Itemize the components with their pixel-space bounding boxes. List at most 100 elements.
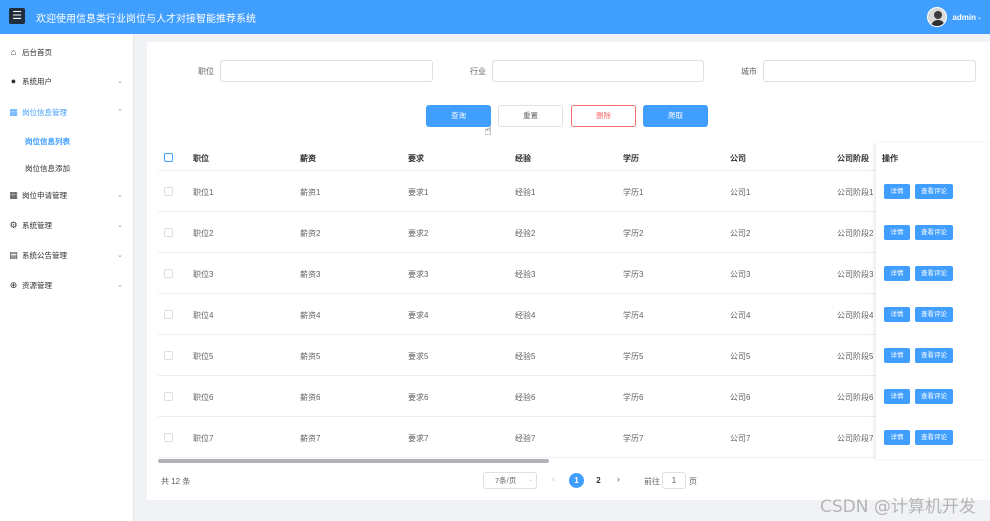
row-checkbox[interactable] — [164, 228, 173, 237]
table-cell: 公司2 — [730, 229, 751, 238]
detail-button[interactable]: 详情 — [884, 225, 910, 240]
table-cell: 经验6 — [515, 393, 536, 402]
gear-icon: ⚙ — [9, 219, 18, 230]
menu-icon[interactable]: ☰ — [9, 8, 25, 24]
table-cell: 职位2 — [193, 229, 214, 238]
table-cell: 公司阶段1 — [837, 188, 874, 197]
goto-suffix: 页 — [689, 477, 697, 486]
watermark: CSDN @计算机开发 — [820, 497, 976, 517]
sidebar-item-label: 系统用户 — [22, 76, 52, 86]
table-cell: 薪资6 — [300, 393, 321, 402]
row-checkbox[interactable] — [164, 392, 173, 401]
chevron-left-icon[interactable]: ‹ — [552, 474, 555, 484]
sidebar-item-system[interactable]: ⚙ 系统管理 ⌄ — [0, 215, 134, 235]
table-cell: 公司阶段5 — [837, 352, 874, 361]
row-checkbox[interactable] — [164, 310, 173, 319]
industry-label: 行业 — [470, 67, 486, 76]
table-cell: 经验3 — [515, 270, 536, 279]
chevron-down-icon: ⌄ — [117, 222, 123, 229]
table-cell: 经验2 — [515, 229, 536, 238]
chevron-down-icon[interactable]: ⌄ — [977, 14, 982, 21]
table-cell: 公司阶段2 — [837, 229, 874, 238]
crawl-button[interactable]: 爬取 — [643, 105, 708, 127]
row-checkbox[interactable] — [164, 351, 173, 360]
table-row: 职位6 薪资6 要求6 经验6 学历6 公司6 公司阶段6 — [158, 376, 990, 417]
sidebar-item-dashboard[interactable]: ⌂ 后台首页 — [0, 42, 134, 62]
detail-button[interactable]: 详情 — [884, 184, 910, 199]
table-cell: 学历7 — [623, 434, 644, 443]
sidebar-item-resources[interactable]: ⊕ 资源管理 ⌄ — [0, 275, 134, 295]
view-comments-button[interactable]: 查看评论 — [915, 348, 953, 363]
detail-button[interactable]: 详情 — [884, 430, 910, 445]
sidebar-subitem-job-list[interactable]: 岗位信息列表 — [0, 130, 134, 150]
avatar[interactable] — [927, 7, 948, 27]
row-checkbox[interactable] — [164, 187, 173, 196]
table-row: 职位1 薪资1 要求1 经验1 学历1 公司1 公司阶段1 — [158, 171, 990, 212]
sidebar-item-label: 资源管理 — [22, 280, 52, 290]
view-comments-button[interactable]: 查看评论 — [915, 389, 953, 404]
row-checkbox[interactable] — [164, 433, 173, 442]
row-checkbox[interactable] — [164, 269, 173, 278]
table-cell: 要求3 — [408, 270, 429, 279]
table-cell: 公司4 — [730, 311, 751, 320]
table-cell: 薪资1 — [300, 188, 321, 197]
table-cell: 公司5 — [730, 352, 751, 361]
table-cell: 学历3 — [623, 270, 644, 279]
table-cell: 要求6 — [408, 393, 429, 402]
table-row: 职位7 薪资7 要求7 经验7 学历7 公司7 公司阶段7 — [158, 417, 990, 458]
chevron-down-icon: ⌄ — [117, 282, 123, 289]
sidebar-subitem-job-add[interactable]: 岗位信息添加 — [0, 157, 134, 177]
grid-icon: ▦ — [9, 189, 18, 200]
table-cell: 职位1 — [193, 188, 214, 197]
column-header: 公司阶段 — [837, 154, 869, 163]
sidebar-item-label: 岗位信息管理 — [22, 107, 67, 117]
position-input[interactable] — [220, 60, 433, 82]
view-comments-button[interactable]: 查看评论 — [915, 430, 953, 445]
chevron-down-icon: ⌄ — [117, 192, 123, 199]
column-header: 职位 — [193, 154, 209, 163]
sidebar-item-announcements[interactable]: ▤ 系统公告管理 ⌄ — [0, 245, 134, 265]
table-cell: 职位6 — [193, 393, 214, 402]
view-comments-button[interactable]: 查看评论 — [915, 307, 953, 322]
username[interactable]: admin — [952, 13, 976, 22]
column-header: 公司 — [730, 154, 746, 163]
sidebar-item-users[interactable]: ● 系统用户 ⌄ — [0, 71, 134, 91]
sidebar-subitem-label: 岗位信息列表 — [25, 137, 70, 146]
view-comments-button[interactable]: 查看评论 — [915, 266, 953, 281]
sidebar-item-applications[interactable]: ▦ 岗位申请管理 ⌄ — [0, 185, 134, 205]
detail-button[interactable]: 详情 — [884, 266, 910, 281]
app-title: 欢迎使用信息类行业岗位与人才对接智能推荐系统 — [36, 14, 256, 25]
view-comments-button[interactable]: 查看评论 — [915, 225, 953, 240]
detail-button[interactable]: 详情 — [884, 348, 910, 363]
page-number[interactable]: 2 — [591, 473, 606, 488]
user-menu[interactable]: admin ⌄ — [927, 7, 982, 27]
query-button[interactable]: 查询 — [426, 105, 491, 127]
top-header: ☰ 欢迎使用信息类行业岗位与人才对接智能推荐系统 admin ⌄ — [0, 0, 990, 34]
column-header-operations: 操作 — [882, 154, 898, 163]
select-all-checkbox[interactable] — [164, 153, 173, 162]
table-cell: 公司阶段6 — [837, 393, 874, 402]
page-number[interactable]: 1 — [569, 473, 584, 488]
table-cell: 学历1 — [623, 188, 644, 197]
table-row: 职位3 薪资3 要求3 经验3 学历3 公司3 公司阶段3 — [158, 253, 990, 294]
delete-button[interactable]: 删除 — [571, 105, 636, 127]
sidebar-item-job-management[interactable]: ▦ 岗位信息管理 ⌃ — [0, 102, 134, 122]
goto-prefix: 前往 — [644, 477, 660, 486]
chevron-up-icon: ⌃ — [117, 109, 123, 116]
home-icon: ⌂ — [10, 46, 17, 57]
reset-button[interactable]: 重置 — [498, 105, 563, 127]
detail-button[interactable]: 详情 — [884, 307, 910, 322]
table-cell: 公司阶段4 — [837, 311, 874, 320]
page-size-select[interactable]: 7条/页 ⌄ — [483, 472, 537, 489]
industry-input[interactable] — [492, 60, 704, 82]
goto-page-input[interactable]: 1 — [662, 472, 686, 489]
chevron-right-icon[interactable]: › — [617, 474, 620, 484]
view-comments-button[interactable]: 查看评论 — [915, 184, 953, 199]
table-cell: 要求4 — [408, 311, 429, 320]
horizontal-scrollbar[interactable] — [158, 459, 549, 463]
column-header: 要求 — [408, 154, 424, 163]
chevron-down-icon: ⌄ — [527, 477, 533, 483]
city-input[interactable] — [763, 60, 976, 82]
detail-button[interactable]: 详情 — [884, 389, 910, 404]
sidebar-item-label: 后台首页 — [22, 47, 52, 57]
